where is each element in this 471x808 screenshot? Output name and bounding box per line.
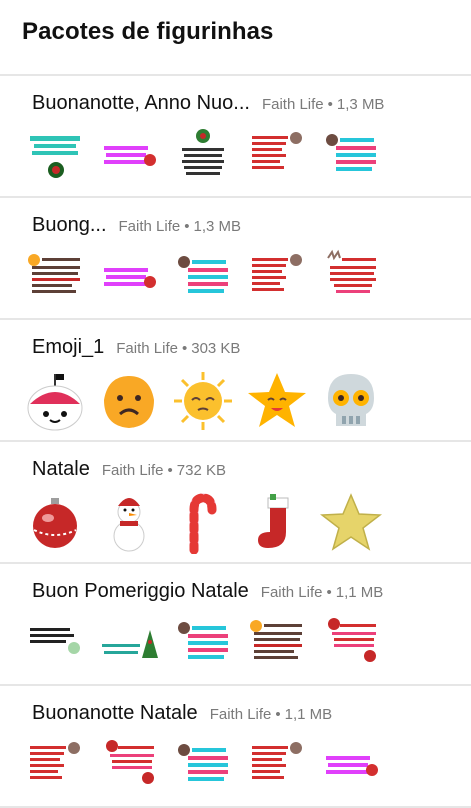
pack-size: 732 KB (176, 462, 226, 479)
pack-size: 1,1 MB (335, 584, 384, 601)
pack-author: Faith Life (260, 584, 323, 601)
text-sticker-teal-sticker (172, 248, 234, 310)
sticker-preview-strip (24, 126, 382, 192)
pack-author: Faith Life (116, 340, 178, 357)
sticker-preview-strip (24, 492, 382, 558)
text-sticker-red-sticker (246, 736, 308, 798)
text-sticker-tree-sticker (98, 614, 160, 676)
page-title: Pacotes de figurinhas (22, 18, 274, 45)
pack-name: Natale (32, 458, 90, 480)
text-sticker-santa-sticker (98, 736, 160, 798)
sticker-pack-row[interactable]: Buonanotte, Anno Nuo... Faith Life • 1,3 MB (0, 76, 471, 198)
meta-separator: • (327, 96, 333, 113)
worried-emoji-sticker (98, 370, 160, 432)
pack-header: Emoji_1 Faith Life • 303 KB (32, 336, 401, 359)
snowman-sticker (98, 492, 160, 554)
sticker-pack-row[interactable]: Buong... Faith Life • 1,3 MB (0, 198, 471, 320)
meta-separator: • (167, 462, 173, 479)
text-sticker-reindeer-sticker (320, 248, 382, 310)
meta-separator: • (181, 340, 188, 357)
sushi-emoji-sticker (24, 370, 86, 432)
pack-name: Buonanotte Natale (32, 702, 198, 724)
text-sticker-teal-sticker (172, 614, 234, 676)
text-sticker-pink-sticker (320, 736, 382, 798)
sticker-pack-row[interactable]: Natale Faith Life • 732 KB (0, 442, 471, 564)
text-sticker-santa-sticker (320, 614, 382, 676)
sticker-pack-list: Buonanotte, Anno Nuo... Faith Life • 1,3 MB… (0, 76, 471, 808)
pack-name: Buonanotte, Anno Nuo... (32, 92, 250, 114)
text-sticker-wreath-sticker (172, 126, 234, 188)
pack-header: Buonanotte Natale Faith Life • 1,1 MB (32, 702, 401, 725)
pack-name: Buong... (32, 214, 107, 236)
ornament-ball-sticker (24, 492, 86, 554)
pack-meta: Faith Life • 1,1 MB (210, 706, 333, 723)
text-sticker-teal-sticker (172, 736, 234, 798)
sticker-preview-strip (24, 614, 382, 680)
skull-emoji-sticker (320, 370, 382, 432)
pack-header: Buong... Faith Life • 1,3 MB (32, 214, 401, 237)
sticker-preview-strip (24, 248, 382, 314)
text-sticker-pink-sticker (98, 248, 160, 310)
sticker-preview-strip (24, 736, 382, 802)
sticker-preview-strip (24, 370, 382, 436)
pack-author: Faith Life (261, 96, 324, 113)
pack-name: Buon Pomeriggio Natale (32, 580, 249, 602)
pack-size: 1,3 MB (336, 96, 385, 113)
pack-name: Emoji_1 (32, 336, 105, 358)
pack-author: Faith Life (118, 218, 181, 235)
text-sticker-red-sticker (24, 736, 86, 798)
text-sticker-gold-sticker (24, 248, 86, 310)
text-sticker-teal-sticker (320, 126, 382, 188)
pack-meta: Faith Life • 1,1 MB (261, 584, 384, 601)
star-emoji-sticker (246, 370, 308, 432)
stocking-sticker (246, 492, 308, 554)
text-sticker-gold-sticker (246, 614, 308, 676)
pack-author: Faith Life (209, 706, 272, 723)
text-sticker-red-sticker (246, 248, 308, 310)
sun-emoji-sticker (172, 370, 234, 432)
candy-cane-sticker (172, 492, 234, 554)
meta-separator: • (326, 584, 332, 601)
sticker-pack-row[interactable]: Buon Pomeriggio Natale Faith Life • 1,1 MB (0, 564, 471, 686)
pack-meta: Faith Life • 732 KB (102, 462, 226, 479)
pack-size: 303 KB (191, 340, 241, 357)
meta-separator: • (275, 706, 281, 723)
pack-size: 1,3 MB (193, 218, 242, 235)
pack-meta: Faith Life • 303 KB (116, 340, 240, 357)
pack-header: Buonanotte, Anno Nuo... Faith Life • 1,3 MB (32, 92, 401, 115)
sticker-pack-row[interactable]: Emoji_1 Faith Life • 303 KB (0, 320, 471, 442)
text-sticker-black-sticker (24, 614, 86, 676)
pack-header: Buon Pomeriggio Natale Faith Life • 1,1 MB (32, 580, 401, 603)
pack-author: Faith Life (101, 462, 164, 479)
pack-size: 1,1 MB (284, 706, 333, 723)
text-sticker-green-sticker (24, 126, 86, 188)
text-sticker-pink-sticker (98, 126, 160, 188)
meta-separator: • (184, 218, 190, 235)
text-sticker-red-sticker (246, 126, 308, 188)
gold-star-sticker (320, 492, 382, 554)
pack-header: Natale Faith Life • 732 KB (32, 458, 401, 481)
pack-meta: Faith Life • 1,3 MB (262, 96, 385, 113)
app-bar: Pacotes de figurinhas (0, 0, 471, 76)
sticker-pack-row[interactable]: Buonanotte Natale Faith Life • 1,1 MB (0, 686, 471, 808)
pack-meta: Faith Life • 1,3 MB (119, 218, 242, 235)
